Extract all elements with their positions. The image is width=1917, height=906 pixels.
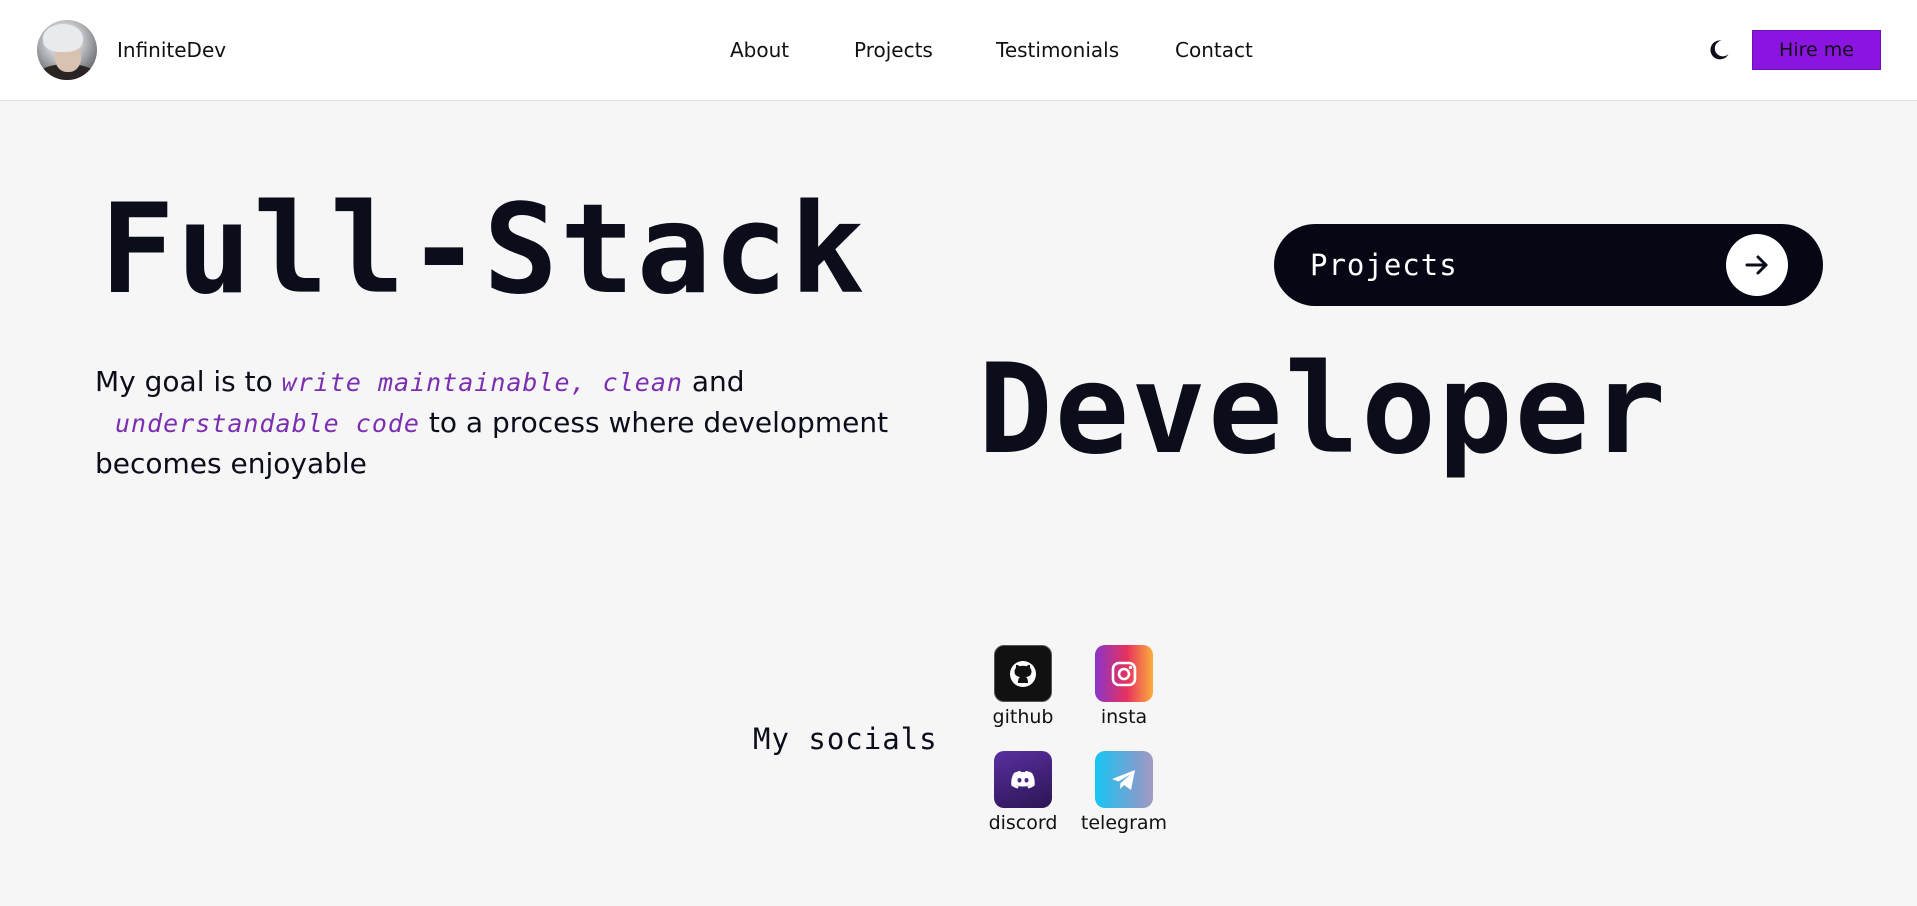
goal-text-1: My goal is to [95, 365, 282, 398]
brand-name[interactable]: InfiniteDev [117, 38, 226, 62]
social-label: github [992, 706, 1054, 728]
nav-link-testimonials[interactable]: Testimonials [996, 38, 1119, 62]
instagram-icon [1095, 645, 1153, 702]
social-discord[interactable]: discord [978, 751, 1068, 834]
goal-statement: My goal is to write maintainable, clean … [95, 362, 895, 484]
social-label: discord [988, 812, 1058, 834]
social-label: telegram [1080, 812, 1168, 834]
social-instagram[interactable]: insta [1079, 645, 1169, 728]
github-icon [994, 645, 1052, 702]
social-label: insta [1100, 706, 1148, 728]
discord-icon [994, 751, 1052, 808]
social-github[interactable]: github [978, 645, 1068, 728]
projects-button[interactable]: Projects [1274, 224, 1823, 306]
nav-link-projects[interactable]: Projects [854, 38, 933, 62]
hero-title-line1: Full-Stack [100, 178, 867, 322]
goal-code-2: understandable code [115, 409, 420, 438]
arrow-right-icon[interactable] [1726, 234, 1788, 296]
avatar[interactable] [37, 20, 97, 80]
goal-text-2: and [682, 365, 745, 398]
social-telegram[interactable]: telegram [1079, 751, 1169, 834]
projects-button-label: Projects [1310, 248, 1458, 282]
goal-code-1: write maintainable, clean [281, 368, 683, 397]
navbar: InfiniteDev About Projects Testimonials … [0, 0, 1917, 101]
nav-link-about[interactable]: About [730, 38, 789, 62]
socials-heading: My socials [753, 722, 938, 756]
telegram-icon [1095, 751, 1153, 808]
hire-me-button[interactable]: Hire me [1752, 30, 1881, 70]
nav-link-contact[interactable]: Contact [1175, 38, 1253, 62]
moon-icon[interactable] [1707, 38, 1731, 62]
hero-title-line2: Developer [978, 338, 1668, 482]
